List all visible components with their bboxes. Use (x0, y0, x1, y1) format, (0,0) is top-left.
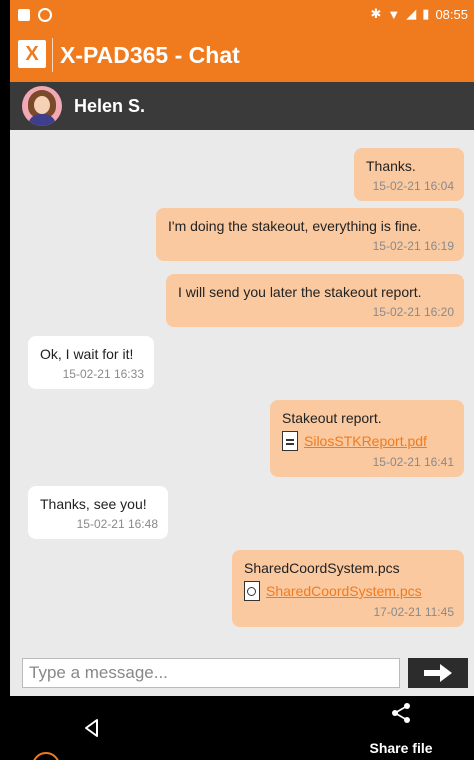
message-text: Stakeout report. (282, 410, 382, 426)
message-outgoing[interactable]: I will send you later the stakeout repor… (166, 274, 464, 327)
logo-divider (52, 38, 53, 72)
message-time: 15-02-21 16:04 (372, 179, 454, 193)
battery-icon: ▮ (422, 6, 430, 21)
bluetooth-icon: ✱ (370, 6, 382, 21)
composer-bar (10, 650, 474, 696)
message-outgoing-attachment[interactable]: Stakeout report. SilosSTKReport.pdf 15-0… (270, 400, 464, 477)
message-incoming[interactable]: Ok, I wait for it! 15-02-21 16:33 (28, 336, 154, 389)
message-text: Thanks, see you! (40, 496, 147, 512)
wifi-icon: ▼ (387, 6, 401, 22)
message-outgoing[interactable]: I'm doing the stakeout, everything is fi… (156, 208, 464, 261)
message-incoming[interactable]: Thanks, see you! 15-02-21 16:48 (28, 486, 168, 539)
message-input[interactable] (22, 658, 400, 688)
app-title: X-PAD365 - Chat (60, 42, 240, 68)
message-time: 15-02-21 16:33 (62, 367, 144, 381)
message-text: Thanks. (366, 158, 416, 174)
gallery-notification-icon (18, 9, 30, 21)
xpad-logo-icon[interactable]: X (18, 40, 46, 68)
message-outgoing[interactable]: Thanks. 15-02-21 16:04 (354, 148, 464, 201)
contact-bar[interactable]: Helen S. (10, 82, 474, 130)
send-button[interactable] (408, 658, 468, 688)
avatar[interactable] (22, 86, 62, 126)
share-file-button[interactable]: Share file (366, 700, 436, 756)
message-time: 15-02-21 16:48 (76, 517, 158, 531)
message-time: 17-02-21 11:45 (373, 605, 454, 619)
coordinate-file-icon (244, 581, 260, 601)
signal-icon: ◢ (406, 6, 417, 21)
message-text: SharedCoordSystem.pcs (244, 560, 400, 576)
status-time: 08:55 (435, 6, 468, 22)
document-icon (282, 431, 298, 451)
message-outgoing-attachment[interactable]: SharedCoordSystem.pcs SharedCoordSystem.… (232, 550, 464, 627)
back-triangle-icon[interactable] (80, 716, 104, 740)
message-text: I will send you later the stakeout repor… (178, 284, 422, 300)
message-time: 15-02-21 16:20 (372, 305, 454, 319)
status-bar: ✱ ▼ ◢ ▮ 08:55 (10, 0, 474, 30)
navigation-bar: Share file (10, 696, 474, 760)
sync-notification-icon (38, 8, 52, 22)
message-text: Ok, I wait for it! (40, 346, 134, 362)
chat-history[interactable]: Thanks. 15-02-21 16:04 I'm doing the sta… (10, 130, 474, 650)
message-time: 15-02-21 16:41 (372, 455, 454, 469)
attachment-link[interactable]: SharedCoordSystem.pcs (266, 583, 422, 599)
share-icon (392, 703, 410, 723)
message-time: 15-02-21 16:19 (372, 239, 454, 253)
app-frame: ✱ ▼ ◢ ▮ 08:55 X X-PAD365 - Chat Helen S.… (10, 0, 474, 760)
contact-name: Helen S. (74, 96, 146, 116)
share-file-label: Share file (369, 740, 433, 756)
message-text: I'm doing the stakeout, everything is fi… (168, 218, 422, 234)
attachment-link[interactable]: SilosSTKReport.pdf (304, 433, 427, 449)
send-arrow-icon (424, 664, 452, 682)
app-bar: X X-PAD365 - Chat (10, 30, 474, 82)
